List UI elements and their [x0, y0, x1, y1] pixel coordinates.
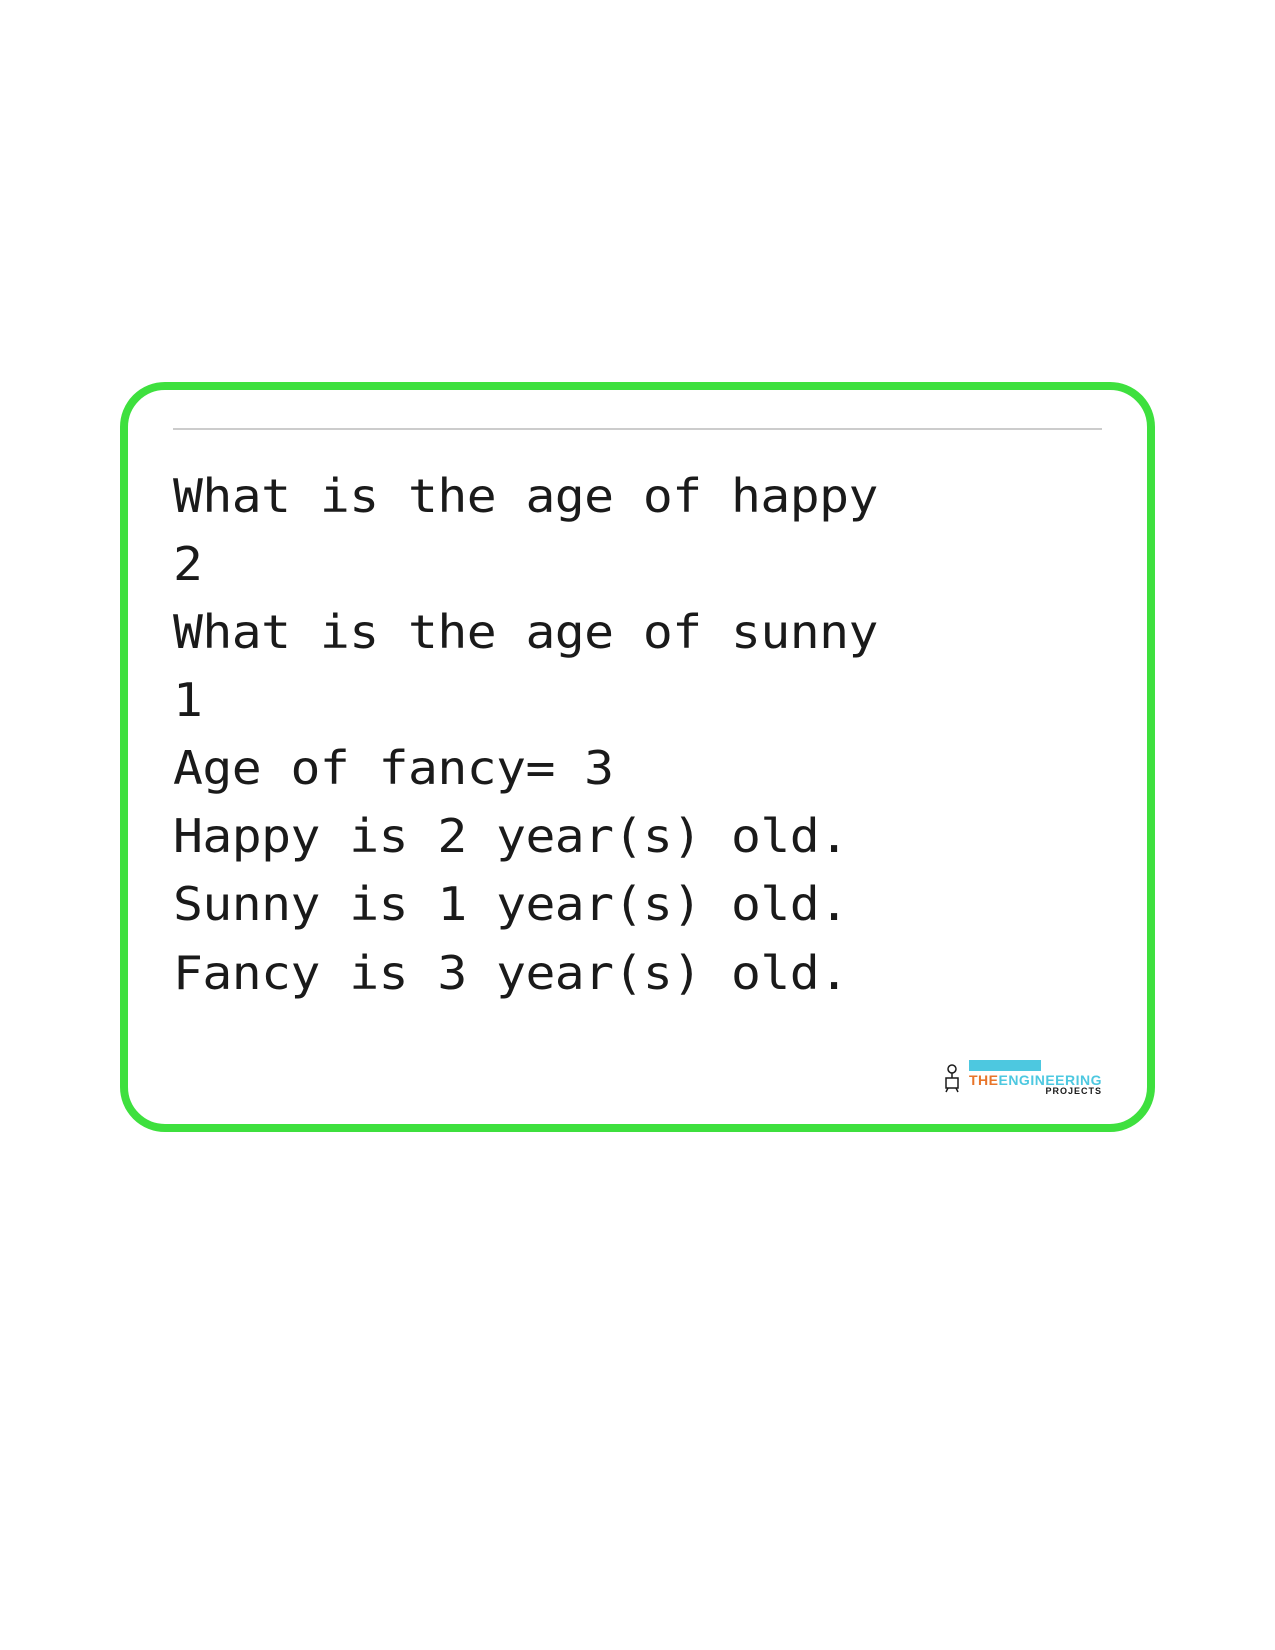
divider-line [173, 428, 1102, 430]
robot-icon [941, 1063, 963, 1093]
console-line: What is the age of happy [173, 462, 1176, 530]
console-line: Sunny is 1 year(s) old. [173, 870, 1176, 938]
brand-the: THE [969, 1072, 999, 1088]
console-line: What is the age of sunny [173, 598, 1176, 666]
console-output: What is the age of happy 2 What is the a… [173, 462, 1176, 1007]
brand-text: THEENGINEERING PROJECTS [969, 1060, 1102, 1096]
console-line: 2 [173, 530, 1176, 598]
console-line: Fancy is 3 year(s) old. [173, 939, 1176, 1007]
brand-logo: THEENGINEERING PROJECTS [941, 1060, 1102, 1096]
console-frame: What is the age of happy 2 What is the a… [120, 382, 1155, 1132]
brand-color-bar [969, 1060, 1041, 1071]
console-line: Happy is 2 year(s) old. [173, 802, 1176, 870]
console-line: Age of fancy= 3 [173, 734, 1176, 802]
brand-name: THEENGINEERING [969, 1073, 1102, 1087]
console-line: 1 [173, 666, 1176, 734]
brand-subtitle: PROJECTS [969, 1087, 1102, 1096]
